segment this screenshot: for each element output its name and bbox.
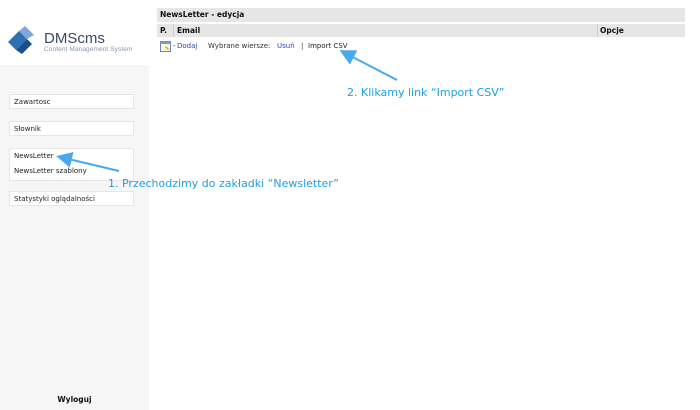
annotation-arrow-1 <box>56 151 120 172</box>
annotation-step-2: 2. Klikamy link “Import CSV” <box>347 86 505 99</box>
annotation-arrow-2 <box>339 50 398 81</box>
annotation-step-1: 1. Przechodzimy do zakładki “Newsletter” <box>108 177 339 190</box>
annotation-arrows <box>56 50 398 172</box>
